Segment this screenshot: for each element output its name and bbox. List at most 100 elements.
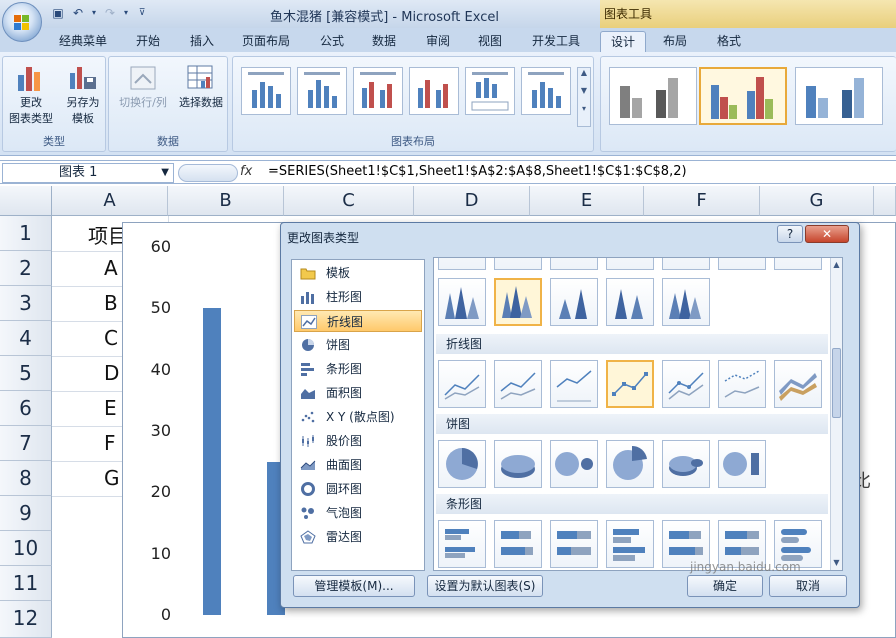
row-header-6[interactable]: 6 bbox=[0, 391, 52, 426]
cell-a5[interactable]: D bbox=[104, 361, 119, 385]
chart-type-line[interactable]: 折线图 bbox=[294, 310, 422, 332]
tab-design[interactable]: 设计 bbox=[600, 31, 646, 52]
column-subtype-thumb[interactable] bbox=[494, 258, 542, 270]
chart-layout-1-thumb[interactable] bbox=[241, 67, 291, 115]
chart-type-bar[interactable]: 条形图 bbox=[294, 358, 422, 380]
column-header-h[interactable] bbox=[874, 186, 896, 216]
pie-subtype-thumb[interactable] bbox=[438, 440, 486, 488]
column-header-g[interactable]: G bbox=[760, 186, 874, 216]
set-default-chart-button[interactable]: 设置为默认图表(S) bbox=[427, 575, 543, 597]
chart-layout-3-thumb[interactable] bbox=[353, 67, 403, 115]
cell-a4[interactable]: C bbox=[104, 326, 118, 350]
column-header-f[interactable]: F bbox=[644, 186, 760, 216]
chart-type-template[interactable]: 模板 bbox=[294, 262, 422, 284]
column-header-d[interactable]: D bbox=[414, 186, 530, 216]
cancel-button[interactable]: 取消 bbox=[769, 575, 847, 597]
formula-bar-expander[interactable] bbox=[178, 164, 238, 182]
line-subtype-thumb[interactable] bbox=[494, 360, 542, 408]
chart-style-2-thumb[interactable] bbox=[699, 67, 787, 125]
select-all-corner[interactable] bbox=[0, 186, 52, 216]
3d-line-subtype-thumb[interactable] bbox=[774, 360, 822, 408]
chart-type-stock[interactable]: 股价图 bbox=[294, 430, 422, 452]
tab-classic-menu[interactable]: 经典菜单 bbox=[52, 31, 114, 52]
chart-layout-6-thumb[interactable] bbox=[521, 67, 571, 115]
column-subtype-thumb[interactable] bbox=[718, 258, 766, 270]
tab-format[interactable]: 格式 bbox=[706, 31, 752, 52]
cone-subtype-thumb[interactable] bbox=[550, 278, 598, 326]
column-header-c[interactable]: C bbox=[284, 186, 414, 216]
chart-style-1-thumb[interactable] bbox=[609, 67, 697, 125]
chart-type-radar[interactable]: 雷达图 bbox=[294, 526, 422, 548]
insert-function-icon[interactable]: fx bbox=[240, 164, 252, 179]
row-header-12[interactable]: 12 bbox=[0, 601, 52, 638]
chart-bar[interactable] bbox=[203, 308, 221, 615]
select-data-button[interactable]: 选择数据 bbox=[173, 61, 229, 127]
save-as-template-button[interactable]: 另存为 模板 bbox=[57, 61, 109, 127]
line-markers-subtype-thumb[interactable] bbox=[606, 360, 654, 408]
column-subtype-thumb[interactable] bbox=[662, 258, 710, 270]
cone-subtype-thumb[interactable] bbox=[606, 278, 654, 326]
bar-of-pie-subtype-thumb[interactable] bbox=[718, 440, 766, 488]
tab-developer[interactable]: 开发工具 bbox=[524, 31, 588, 52]
chart-layout-gallery-scroll[interactable]: ▲ ▼ ▾ bbox=[577, 67, 591, 127]
row-header-9[interactable]: 9 bbox=[0, 496, 52, 531]
chevron-down-icon[interactable]: ▼ bbox=[161, 164, 169, 182]
row-header-3[interactable]: 3 bbox=[0, 286, 52, 321]
3d-bar-subtype-thumb[interactable] bbox=[606, 520, 654, 568]
tab-data[interactable]: 数据 bbox=[362, 31, 406, 52]
column-subtype-thumb[interactable] bbox=[550, 258, 598, 270]
column-subtype-thumb[interactable] bbox=[438, 258, 486, 270]
cell-a7[interactable]: F bbox=[104, 431, 116, 455]
bar-subtype-thumb[interactable] bbox=[550, 520, 598, 568]
3d-exploded-pie-subtype-thumb[interactable] bbox=[662, 440, 710, 488]
scrollbar-thumb[interactable] bbox=[832, 348, 841, 418]
column-subtype-thumb[interactable] bbox=[606, 258, 654, 270]
cone-subtype-thumb[interactable] bbox=[662, 278, 710, 326]
cone-subtype-thumb[interactable] bbox=[494, 278, 542, 326]
dropdown-arrow-icon[interactable]: ▾ bbox=[90, 5, 98, 21]
line-markers-subtype-thumb[interactable] bbox=[662, 360, 710, 408]
chart-layout-5-thumb[interactable] bbox=[465, 67, 515, 115]
pie-of-pie-subtype-thumb[interactable] bbox=[550, 440, 598, 488]
chart-type-bubble[interactable]: 气泡图 bbox=[294, 502, 422, 524]
chart-type-area[interactable]: 面积图 bbox=[294, 382, 422, 404]
row-header-7[interactable]: 7 bbox=[0, 426, 52, 461]
row-header-1[interactable]: 1 bbox=[0, 216, 52, 251]
exploded-pie-subtype-thumb[interactable] bbox=[606, 440, 654, 488]
redo-icon[interactable]: ↷ bbox=[102, 5, 118, 21]
tab-formulas[interactable]: 公式 bbox=[310, 31, 354, 52]
undo-icon[interactable]: ↶ bbox=[70, 5, 86, 21]
tab-layout[interactable]: 布局 bbox=[652, 31, 698, 52]
customize-qat-icon[interactable]: ⊽ bbox=[134, 5, 150, 21]
row-header-2[interactable]: 2 bbox=[0, 251, 52, 286]
row-header-8[interactable]: 8 bbox=[0, 461, 52, 496]
manage-templates-button[interactable]: 管理模板(M)... bbox=[293, 575, 415, 597]
change-chart-type-button[interactable]: 更改 图表类型 bbox=[5, 61, 57, 127]
gallery-scrollbar[interactable]: ▲ ▼ bbox=[830, 258, 842, 570]
tab-view[interactable]: 视图 bbox=[468, 31, 512, 52]
office-button[interactable] bbox=[2, 2, 42, 42]
chart-layout-2-thumb[interactable] bbox=[297, 67, 347, 115]
chart-layout-4-thumb[interactable] bbox=[409, 67, 459, 115]
scroll-up-icon[interactable]: ▲ bbox=[831, 260, 842, 269]
scroll-down-icon[interactable]: ▼ bbox=[831, 558, 842, 567]
close-button[interactable]: ✕ bbox=[805, 225, 849, 243]
line-markers-subtype-thumb[interactable] bbox=[718, 360, 766, 408]
row-header-4[interactable]: 4 bbox=[0, 321, 52, 356]
name-box[interactable]: 图表 1 ▼ bbox=[2, 163, 174, 183]
ok-button[interactable]: 确定 bbox=[687, 575, 763, 597]
formula-input[interactable]: =SERIES(Sheet1!$C$1,Sheet1!$A$2:$A$8,She… bbox=[268, 164, 687, 179]
column-header-a[interactable]: A bbox=[52, 186, 168, 216]
chart-type-column[interactable]: 柱形图 bbox=[294, 286, 422, 308]
tab-home[interactable]: 开始 bbox=[126, 31, 170, 52]
dropdown-arrow-icon[interactable]: ▾ bbox=[122, 5, 130, 21]
column-subtype-thumb[interactable] bbox=[774, 258, 822, 270]
line-subtype-thumb[interactable] bbox=[438, 360, 486, 408]
bar-subtype-thumb[interactable] bbox=[438, 520, 486, 568]
chart-type-surface[interactable]: 曲面图 bbox=[294, 454, 422, 476]
chart-type-pie[interactable]: 饼图 bbox=[294, 334, 422, 356]
save-icon[interactable]: ▣ bbox=[50, 5, 66, 21]
tab-page-layout[interactable]: 页面布局 bbox=[234, 31, 298, 52]
column-header-e[interactable]: E bbox=[530, 186, 644, 216]
tab-review[interactable]: 审阅 bbox=[416, 31, 460, 52]
